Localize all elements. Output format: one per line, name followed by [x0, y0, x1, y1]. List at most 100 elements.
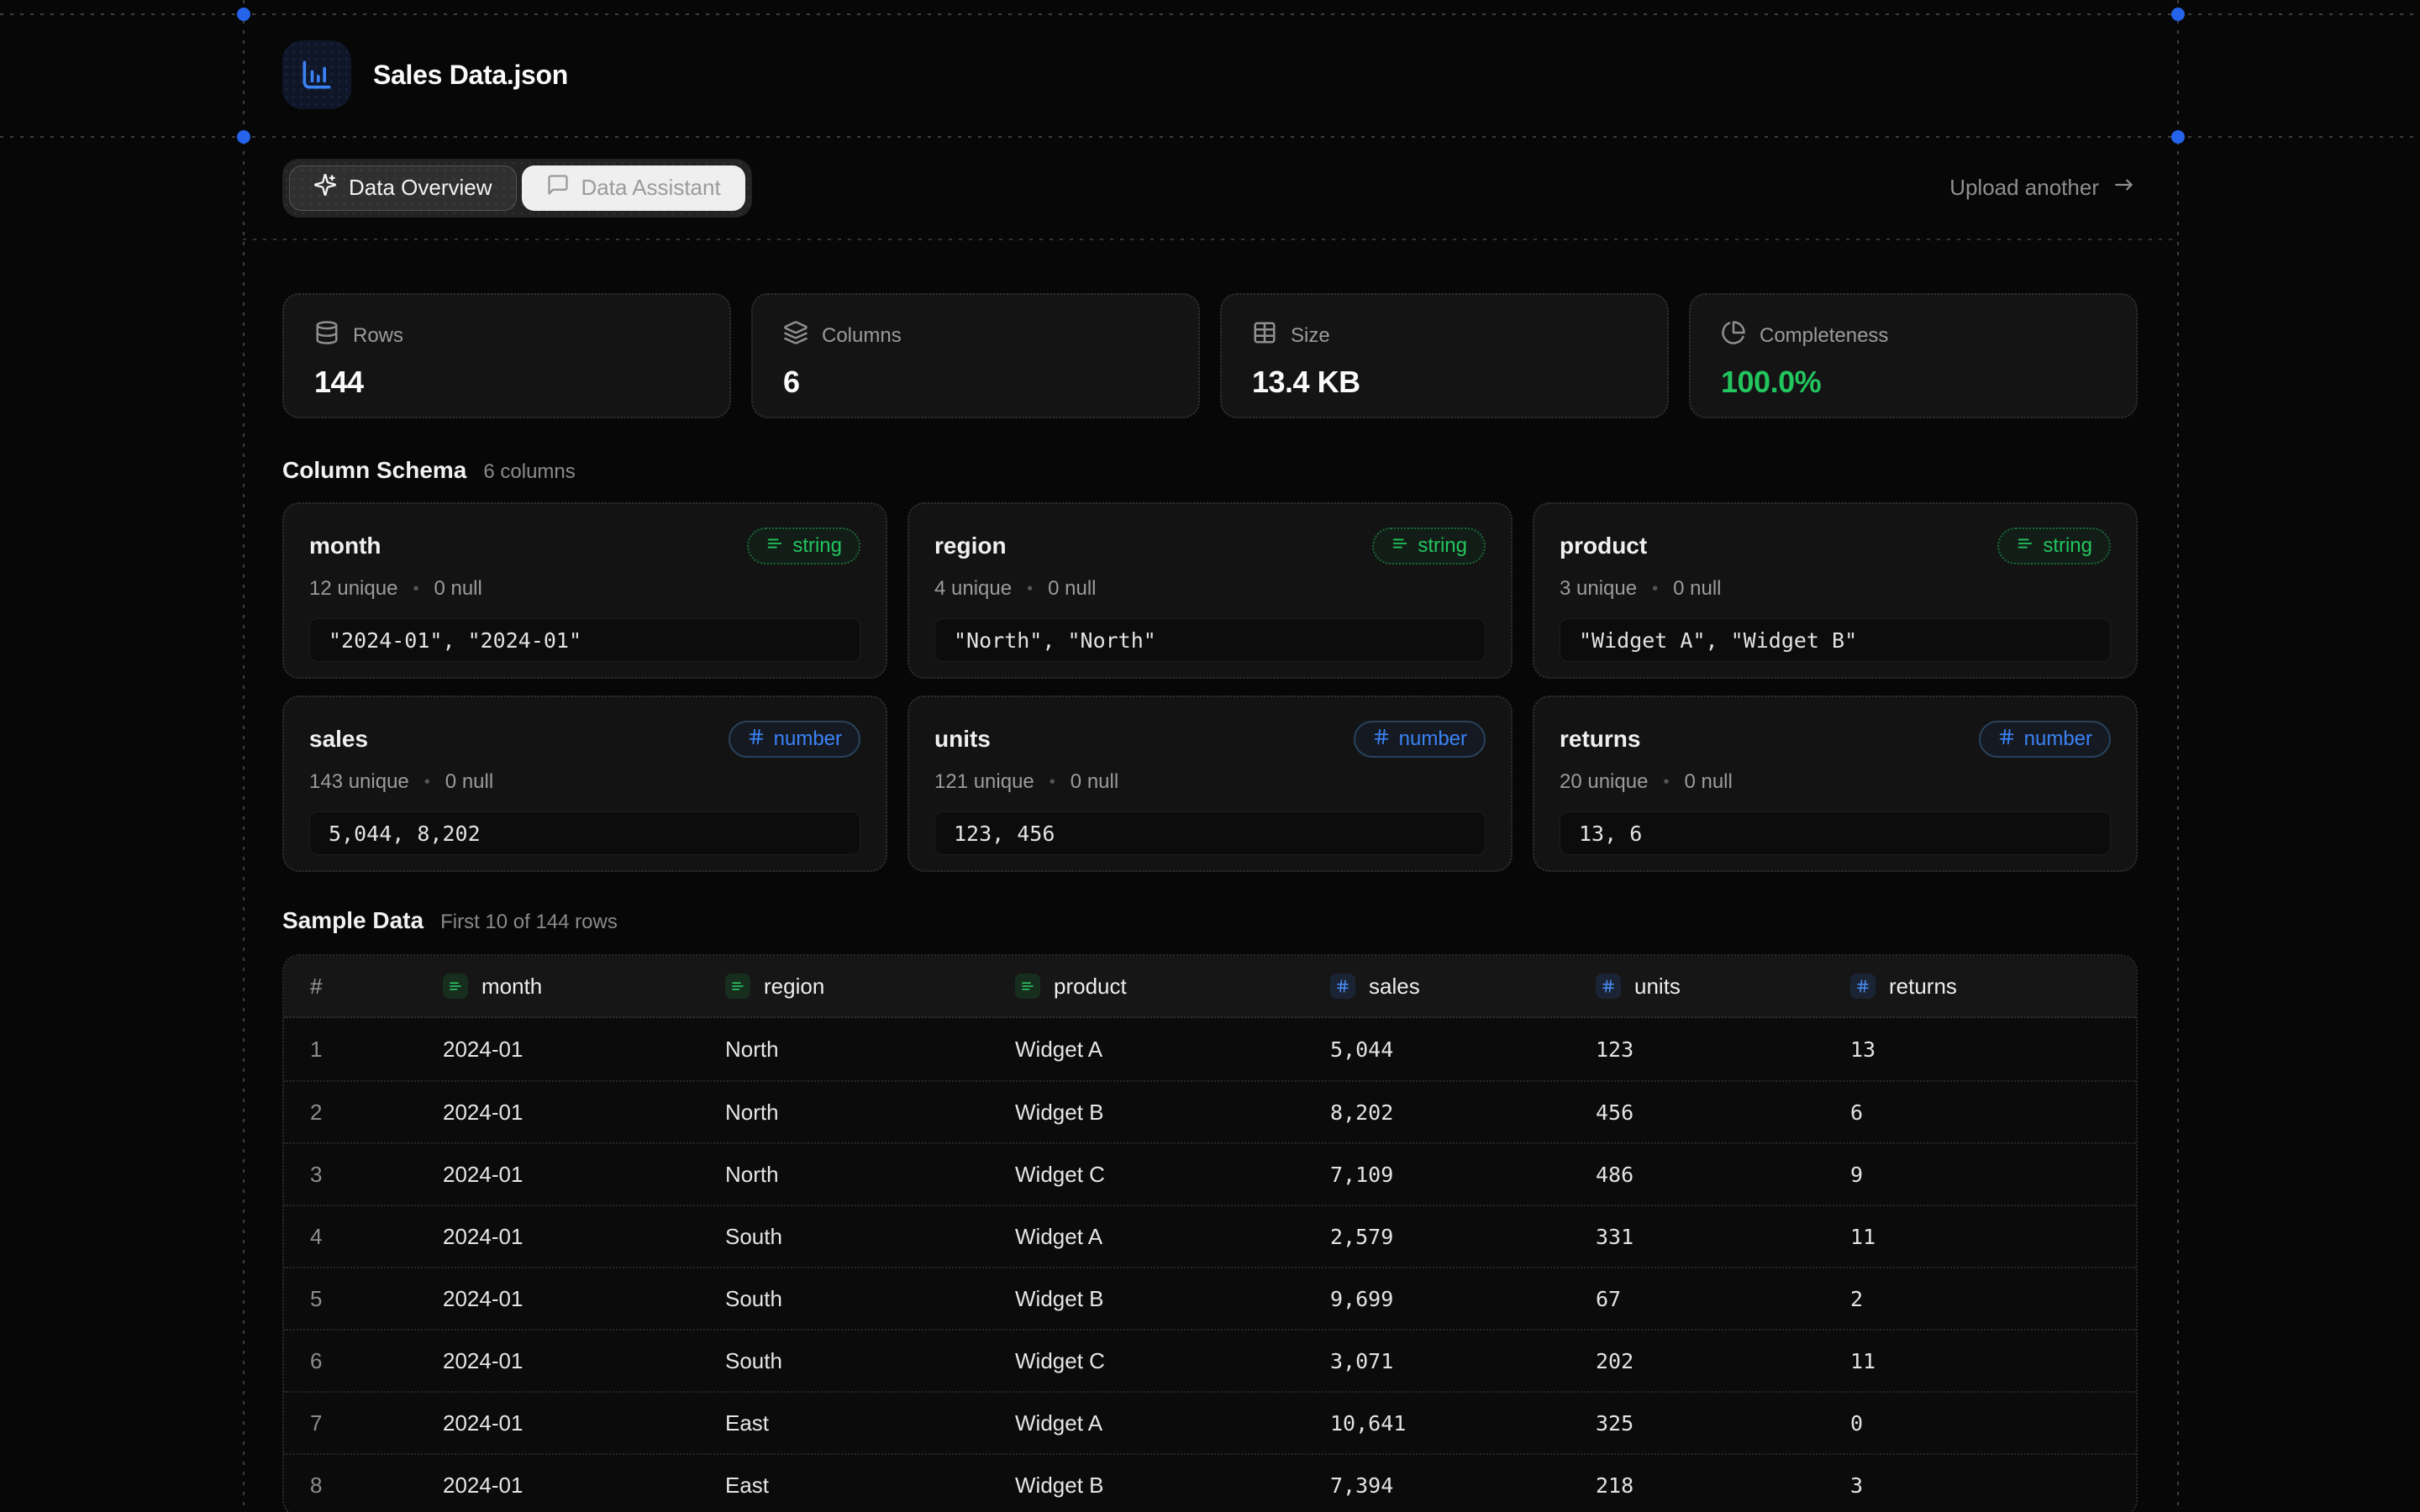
table-header-month: month — [443, 974, 725, 1000]
table-header-product: product — [1015, 974, 1330, 1000]
schema-card-header: sales number — [309, 721, 860, 758]
type-label: number — [1399, 727, 1467, 751]
cell-product: Widget A — [1015, 1224, 1330, 1250]
null-count: 0 null — [1048, 577, 1096, 601]
cell-product: Widget C — [1015, 1162, 1330, 1188]
cell-product: Widget B — [1015, 1473, 1330, 1499]
cell-product: Widget A — [1015, 1037, 1330, 1063]
table-column-name: region — [764, 974, 824, 1000]
sample-values-box: "2024-01", "2024-01" — [309, 618, 860, 662]
schema-section-title: Column Schema — [282, 457, 466, 484]
column-stats: 20 unique • 0 null — [1560, 769, 2111, 795]
null-count: 0 null — [445, 770, 493, 794]
stat-label: Completeness — [1760, 324, 1888, 348]
table-row: 82024-01EastWidget B7,3942183 — [284, 1453, 2136, 1512]
column-stats: 143 unique • 0 null — [309, 769, 860, 795]
table-column-name: returns — [1889, 974, 1957, 1000]
table-header-units: units — [1596, 974, 1850, 1000]
unique-count: 20 unique — [1560, 770, 1648, 794]
stat-value: 144 — [314, 365, 699, 400]
cell-units: 218 — [1596, 1473, 1850, 1498]
cell-product: Widget C — [1015, 1348, 1330, 1374]
schema-grid: month string 12 unique • 0 null "2024-01… — [282, 502, 2138, 872]
upload-another-label: Upload another — [1949, 175, 2099, 201]
table-column-name: product — [1054, 974, 1127, 1000]
row-index: 1 — [310, 1037, 443, 1063]
guide-dot-bottom-left — [237, 130, 250, 144]
table-column-name: month — [481, 974, 542, 1000]
cell-month: 2024-01 — [443, 1037, 725, 1063]
sample-values-box: 123, 456 — [934, 811, 1486, 855]
guide-dot-top-right — [2171, 8, 2185, 21]
cell-product: Widget A — [1015, 1410, 1330, 1436]
cell-product: Widget B — [1015, 1100, 1330, 1126]
cell-returns: 9 — [1850, 1163, 2136, 1187]
file-header: Sales Data.json — [243, 13, 2177, 136]
stat-separator: • — [424, 773, 430, 792]
align-icon — [765, 534, 784, 559]
stat-separator: • — [413, 580, 418, 599]
row-index: 5 — [310, 1286, 443, 1312]
unique-count: 12 unique — [309, 577, 397, 601]
string-type-chip — [725, 974, 750, 999]
row-index: 6 — [310, 1348, 443, 1374]
cell-region: South — [725, 1286, 1015, 1312]
cell-sales: 9,699 — [1330, 1287, 1596, 1311]
null-count: 0 null — [1673, 577, 1721, 601]
guide-dot-bottom-right — [2171, 130, 2185, 144]
stat-label: Size — [1291, 324, 1330, 348]
table-header-region: region — [725, 974, 1015, 1000]
sample-values-box: "North", "North" — [934, 618, 1486, 662]
table-row: 32024-01NorthWidget C7,1094869 — [284, 1142, 2136, 1205]
sample-section-subtitle: First 10 of 144 rows — [440, 911, 618, 934]
cell-returns: 3 — [1850, 1473, 2136, 1498]
cell-region: North — [725, 1037, 1015, 1063]
string-type-chip — [1015, 974, 1040, 999]
stat-label: Rows — [353, 324, 403, 348]
stat-value: 6 — [783, 365, 1168, 400]
table-column-name: units — [1634, 974, 1681, 1000]
pie-chart-icon — [1721, 320, 1746, 351]
stat-card-size: Size 13.4 KB — [1220, 293, 1669, 418]
row-index: 2 — [310, 1100, 443, 1126]
schema-card-sales: sales number 143 unique • 0 null 5,044, … — [282, 696, 887, 872]
cell-region: South — [725, 1348, 1015, 1374]
column-stats: 121 unique • 0 null — [934, 769, 1486, 795]
row-index: 7 — [310, 1410, 443, 1436]
cell-month: 2024-01 — [443, 1224, 725, 1250]
cell-month: 2024-01 — [443, 1100, 725, 1126]
schema-card-header: units number — [934, 721, 1486, 758]
tab-data-overview[interactable]: Data Overview — [289, 165, 517, 211]
column-name: units — [934, 726, 991, 753]
schema-section-subtitle: 6 columns — [483, 460, 575, 484]
sample-values: 13, 6 — [1579, 822, 1642, 846]
sample-values-box: 13, 6 — [1560, 811, 2111, 855]
cell-units: 67 — [1596, 1287, 1850, 1311]
cell-sales: 8,202 — [1330, 1100, 1596, 1125]
type-label: number — [2024, 727, 2092, 751]
cell-region: North — [725, 1162, 1015, 1188]
stat-value: 100.0% — [1721, 365, 2106, 400]
schema-card-month: month string 12 unique • 0 null "2024-01… — [282, 502, 887, 679]
stat-separator: • — [1050, 773, 1055, 792]
type-label: string — [1418, 534, 1467, 558]
guide-line-right — [2177, 0, 2179, 1512]
type-label: string — [2043, 534, 2092, 558]
cell-returns: 13 — [1850, 1037, 2136, 1062]
unique-count: 3 unique — [1560, 577, 1637, 601]
cell-month: 2024-01 — [443, 1162, 725, 1188]
message-square-icon — [546, 173, 570, 202]
stat-card-header: Completeness — [1721, 320, 2106, 351]
stat-separator: • — [1652, 580, 1658, 599]
null-count: 0 null — [434, 577, 481, 601]
upload-another-link[interactable]: Upload another — [1949, 174, 2138, 202]
tab-data-assistant[interactable]: Data Assistant — [522, 165, 745, 211]
sample-values: "Widget A", "Widget B" — [1579, 628, 1857, 653]
cell-units: 456 — [1596, 1100, 1850, 1125]
column-name: month — [309, 533, 381, 559]
cell-region: North — [725, 1100, 1015, 1126]
table-icon — [1252, 320, 1277, 351]
sample-data-table: # month region product sales units retur… — [282, 954, 2138, 1512]
main-content: Rows 144 Columns 6 Size 13.4 KB Complete… — [243, 239, 2177, 1512]
bar-chart-icon — [282, 40, 351, 109]
